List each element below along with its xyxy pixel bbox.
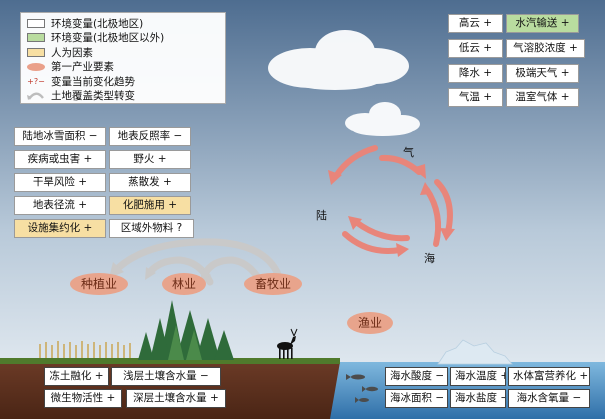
salmon-oval-icon xyxy=(27,62,45,71)
land-wildfire: 野火 + xyxy=(109,150,191,169)
sector-livestock: 畜牧业 xyxy=(244,273,302,295)
legend-item-label: 第一产业要素 xyxy=(51,61,114,74)
ocean-sea-ice-area: 海冰面积 − xyxy=(385,389,448,408)
legend-item: 环境变量(北极地区以外) xyxy=(27,31,219,46)
cycle-label-land: 陆 xyxy=(316,209,327,222)
land-external-materials: 区域外物料 ? xyxy=(109,219,194,238)
atm-extreme-weather: 极端天气 + xyxy=(506,64,579,83)
climate-agriculture-diagram: 环境变量(北极地区) 环境变量(北极地区以外) 人为因素 第一产业要素 +?− … xyxy=(0,0,605,419)
legend-item: 环境变量(北极地区) xyxy=(27,16,219,31)
land-evapotranspiration: 蒸散发 + xyxy=(109,173,191,192)
land-intensification: 设施集约化 + xyxy=(14,219,106,238)
green-box-icon xyxy=(27,33,45,43)
soil-shallow-moisture: 浅层土壤含水量 − xyxy=(111,367,221,386)
land-disease-pests: 疾病或虫害 + xyxy=(14,150,106,169)
soil-microbial-activity: 微生物活性 + xyxy=(44,389,122,408)
sector-forestry: 林业 xyxy=(162,273,206,295)
ocean-temperature: 海水温度 + xyxy=(450,367,506,386)
gray-arc-arrow-icon xyxy=(27,92,44,101)
cycle-label-atmosphere: 气 xyxy=(403,146,414,159)
land-ice-snow-area: 陆地冰雪面积 − xyxy=(14,127,106,146)
atm-precipitation: 降水 + xyxy=(448,64,503,83)
soil-permafrost-thaw: 冻土融化 + xyxy=(44,367,109,386)
legend-item: 人为因素 xyxy=(27,45,219,60)
legend-item-label: 变量当前变化趋势 xyxy=(51,75,135,88)
atm-aerosol: 气溶胶浓度 + xyxy=(506,39,585,58)
land-drought-risk: 干旱风险 + xyxy=(14,173,106,192)
yellow-box-icon xyxy=(27,47,45,57)
sector-fishery: 渔业 xyxy=(347,312,393,334)
legend-item: +?− 变量当前变化趋势 xyxy=(27,74,219,89)
legend-item: 土地覆盖类型转变 xyxy=(27,89,219,104)
legend-item-label: 土地覆盖类型转变 xyxy=(51,90,135,103)
atm-high-cloud: 高云 + xyxy=(448,14,503,33)
trend-symbol-icon: +?− xyxy=(27,76,45,86)
legend-item-label: 人为因素 xyxy=(51,46,93,59)
soil-deep-moisture: 深层土壤含水量 + xyxy=(126,389,226,408)
legend-item-label: 环境变量(北极地区) xyxy=(51,17,144,30)
ocean-acidity: 海水酸度 − xyxy=(385,367,448,386)
ocean-oxygen: 海水含氧量 − xyxy=(508,389,590,408)
land-surface-runoff: 地表径流 + xyxy=(14,196,106,215)
sector-planting: 种植业 xyxy=(70,273,128,295)
white-box-icon xyxy=(27,18,45,28)
ocean-eutrophication: 水体富营养化 + xyxy=(508,367,590,386)
cycle-label-ocean: 海 xyxy=(424,252,435,265)
atm-low-cloud: 低云 + xyxy=(448,39,503,58)
legend: 环境变量(北极地区) 环境变量(北极地区以外) 人为因素 第一产业要素 +?− … xyxy=(20,12,226,104)
atm-temperature: 气温 + xyxy=(448,88,503,107)
legend-item-label: 环境变量(北极地区以外) xyxy=(51,32,165,45)
land-fertilizer: 化肥施用 + xyxy=(109,196,191,215)
ocean-salinity: 海水盐度 − xyxy=(450,389,506,408)
atm-greenhouse-gas: 温室气体 + xyxy=(506,88,579,107)
legend-item: 第一产业要素 xyxy=(27,60,219,75)
land-albedo: 地表反照率 − xyxy=(109,127,191,146)
atm-water-vapor-transport: 水汽输送 + xyxy=(506,14,579,33)
